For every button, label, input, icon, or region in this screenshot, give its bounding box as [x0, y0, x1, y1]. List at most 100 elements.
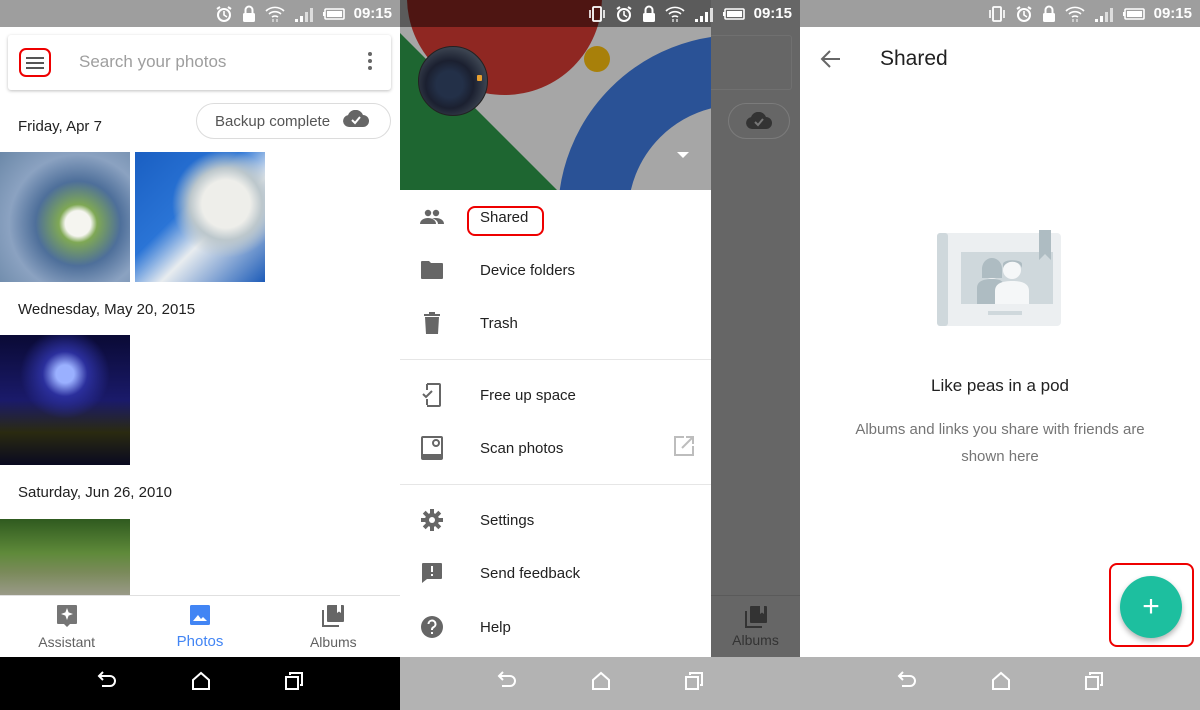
- photos-icon: [189, 604, 211, 630]
- shared-album-illustration-icon: [937, 230, 1063, 331]
- status-time: 09:15: [753, 5, 792, 22]
- dimmed-backup-chip: [728, 103, 790, 139]
- back-arrow-icon[interactable]: [820, 48, 842, 75]
- back-nav-icon[interactable]: [96, 671, 118, 696]
- alarm-icon: [615, 5, 633, 23]
- drawer-divider: [400, 359, 711, 360]
- drawer-item-label: Scan photos: [480, 439, 564, 457]
- signal-icon: [294, 6, 314, 22]
- photo-thumbnail[interactable]: [0, 519, 130, 595]
- people-icon: [420, 205, 444, 229]
- drawer-item-label: Send feedback: [480, 564, 581, 582]
- section-date: Friday, Apr 7: [18, 118, 102, 135]
- account-avatar[interactable]: [418, 46, 488, 116]
- drawer-item-settings[interactable]: Settings: [400, 495, 711, 545]
- home-nav-icon[interactable]: [591, 671, 611, 696]
- wifi-icon: [665, 5, 685, 23]
- scan-photo-icon: [420, 436, 444, 460]
- wifi-icon: [1065, 5, 1085, 23]
- signal-icon: [694, 6, 714, 22]
- vibrate-icon: [588, 5, 606, 23]
- lock-icon: [242, 5, 256, 23]
- recents-nav-icon[interactable]: [1084, 671, 1104, 696]
- navigation-drawer-screen: Albums Shared Device folders Trash Free …: [400, 0, 800, 710]
- search-input[interactable]: Search your photos: [79, 52, 226, 72]
- lock-icon: [642, 5, 656, 23]
- empty-state-description: Albums and links you share with friends …: [855, 421, 1145, 465]
- feedback-icon: [420, 561, 444, 585]
- folder-icon: [420, 258, 444, 282]
- drawer-item-device-folders[interactable]: Device folders: [400, 245, 711, 295]
- lock-icon: [1042, 5, 1056, 23]
- system-navigation-bar: [400, 657, 800, 710]
- trash-icon: [420, 311, 444, 335]
- menu-icon: [26, 56, 44, 59]
- home-nav-icon[interactable]: [991, 671, 1011, 696]
- back-nav-icon[interactable]: [896, 671, 918, 696]
- recents-nav-icon[interactable]: [284, 671, 304, 696]
- system-navigation-bar: [800, 657, 1200, 710]
- system-navigation-bar: [0, 657, 400, 710]
- tab-photos[interactable]: Photos: [133, 596, 266, 657]
- alarm-icon: [1015, 5, 1033, 23]
- drawer-divider: [400, 484, 711, 485]
- recents-nav-icon[interactable]: [684, 671, 704, 696]
- drawer-item-help[interactable]: Help: [400, 602, 711, 652]
- backup-status-chip[interactable]: Backup complete: [196, 103, 391, 139]
- drawer-item-trash[interactable]: Trash: [400, 298, 711, 348]
- photo-thumbnail[interactable]: [0, 335, 130, 465]
- battery-icon: [722, 7, 745, 20]
- plus-icon: +: [1142, 590, 1160, 623]
- albums-icon: [321, 604, 345, 631]
- drawer-item-scan-photos[interactable]: Scan photos: [400, 423, 711, 473]
- drawer-item-label: Settings: [480, 511, 535, 529]
- battery-icon: [1122, 7, 1145, 20]
- hamburger-menu-button[interactable]: [19, 48, 51, 77]
- more-options-icon[interactable]: [367, 52, 373, 70]
- phone-check-icon: [420, 383, 444, 407]
- drawer-item-label: Free up space: [480, 386, 576, 404]
- create-shared-album-fab[interactable]: +: [1120, 576, 1182, 638]
- photo-thumbnail[interactable]: [135, 152, 265, 282]
- drawer-item-label: Help: [480, 618, 511, 636]
- status-bar: 09:15: [800, 0, 1200, 27]
- section-date: Saturday, Jun 26, 2010: [18, 484, 172, 501]
- photo-thumbnail[interactable]: [0, 152, 130, 282]
- drawer-item-label: Shared: [480, 208, 529, 226]
- assistant-icon: [56, 604, 78, 631]
- dimmed-albums-label: Albums: [732, 632, 779, 648]
- drawer-item-shared[interactable]: Shared: [400, 192, 711, 242]
- page-title: Shared: [880, 47, 948, 70]
- alarm-icon: [215, 5, 233, 23]
- tab-assistant-label: Assistant: [38, 633, 96, 650]
- drawer-item-send-feedback[interactable]: Send feedback: [400, 548, 711, 598]
- gear-icon: [420, 508, 444, 532]
- back-nav-icon[interactable]: [496, 671, 518, 696]
- shared-screen: 09:15 Shared Like peas in a pod Albums a…: [800, 0, 1200, 710]
- search-bar[interactable]: Search your photos: [8, 35, 391, 90]
- tab-albums[interactable]: Albums: [267, 596, 400, 657]
- status-bar: 09:15: [0, 0, 400, 27]
- dimmed-albums-tab: Albums: [711, 595, 800, 657]
- cloud-done-icon: [342, 109, 370, 132]
- vibrate-icon: [988, 5, 1006, 23]
- navigation-drawer: Shared Device folders Trash Free up spac…: [400, 0, 711, 657]
- wifi-icon: [265, 5, 285, 23]
- dimmed-search-bar: [711, 35, 792, 90]
- backup-status-label: Backup complete: [215, 112, 331, 130]
- open-external-icon: [674, 435, 694, 461]
- account-dropdown-icon[interactable]: [677, 152, 689, 158]
- tab-assistant[interactable]: Assistant: [0, 596, 133, 657]
- bottom-navigation: Assistant Photos Albums: [0, 595, 400, 657]
- home-nav-icon[interactable]: [191, 671, 211, 696]
- status-bar: 09:15: [400, 0, 800, 27]
- battery-icon: [322, 7, 345, 20]
- drawer-item-label: Trash: [480, 314, 518, 332]
- scrim-overlay[interactable]: Albums: [711, 0, 800, 657]
- help-icon: [420, 615, 444, 639]
- drawer-item-free-up-space[interactable]: Free up space: [400, 370, 711, 420]
- photos-screen: 09:15 Search your photos Friday, Apr 7 B…: [0, 0, 400, 710]
- empty-state-title: Like peas in a pod: [931, 376, 1069, 395]
- tab-photos-label: Photos: [176, 632, 224, 650]
- status-time: 09:15: [353, 5, 392, 22]
